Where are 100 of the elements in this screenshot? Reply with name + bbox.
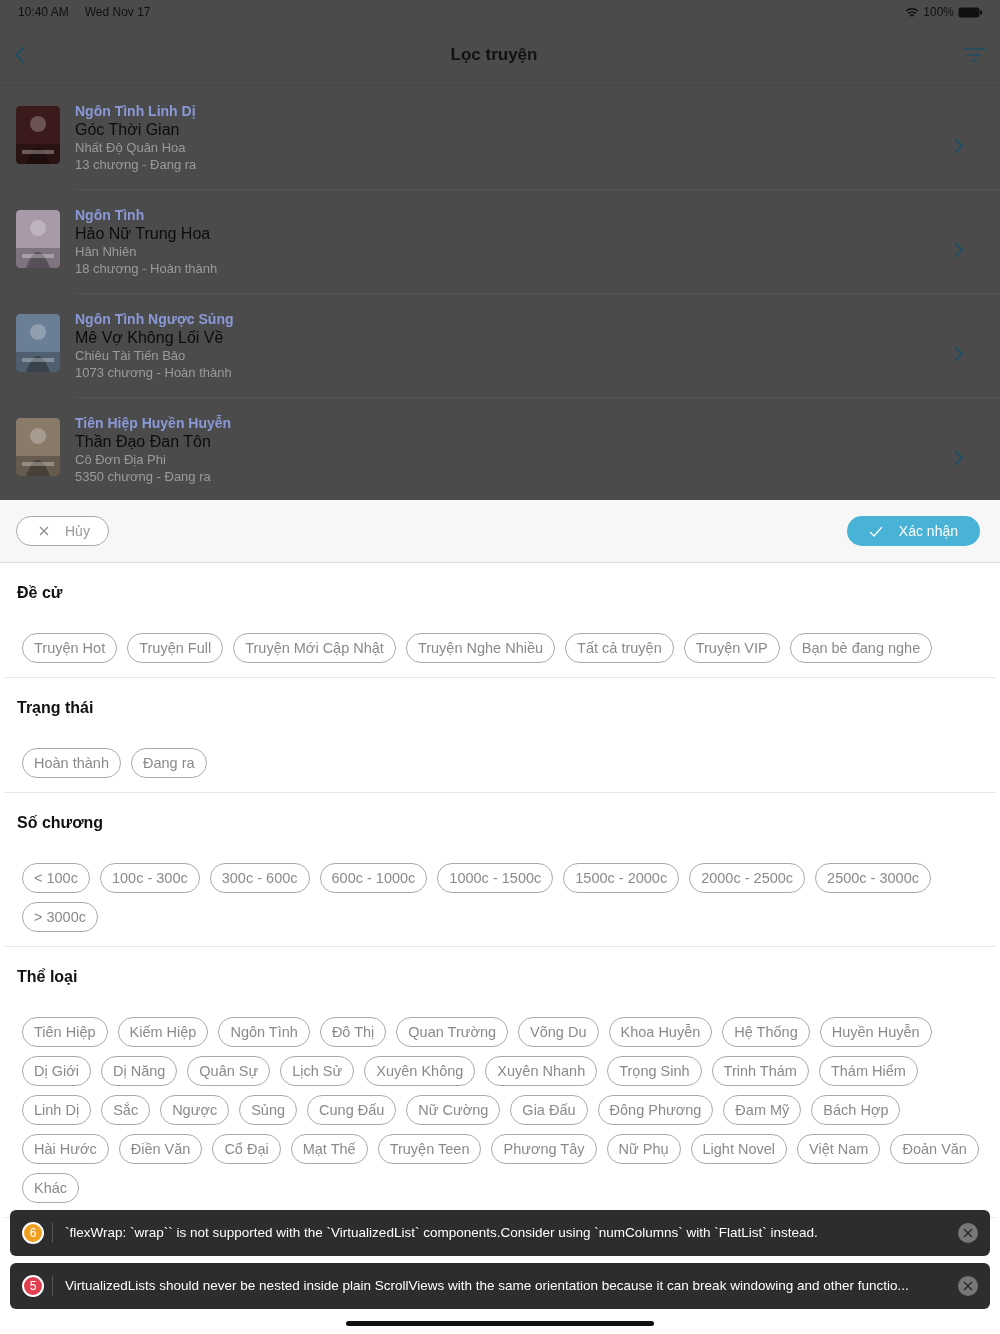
battery-icon [958, 6, 982, 18]
filter-chip[interactable]: Sủng [239, 1095, 298, 1125]
filter-chip[interactable]: Quân Sự [187, 1056, 271, 1086]
filter-chip[interactable]: Việt Nam [797, 1134, 881, 1164]
filter-chip[interactable]: Phương Tây [491, 1134, 597, 1164]
section-title: Số chương [17, 813, 105, 833]
filter-chip[interactable]: < 100c [22, 863, 90, 893]
filter-chip[interactable]: Xuyên Không [364, 1056, 476, 1086]
chevron-right-icon[interactable] [954, 345, 963, 362]
section-title: Trạng thái [17, 698, 95, 718]
story-genre: Tiên Hiệp Huyền Huyễn [75, 414, 232, 432]
filter-chip[interactable]: Cung Đấu [307, 1095, 397, 1125]
filter-chip[interactable]: Khác [22, 1173, 80, 1203]
filter-chip[interactable]: Truyện Hot [22, 633, 118, 663]
chevron-right-icon[interactable] [954, 137, 963, 154]
filter-chip[interactable]: Tiên Hiệp [22, 1017, 108, 1047]
filter-chip[interactable]: Quan Trường [396, 1017, 509, 1047]
story-genre: Ngôn Tình [75, 206, 145, 224]
error-toast[interactable]: 6 `flexWrap: `wrap`` is not supported with the `VirtualizedList` components.Consider using `numColumns` with `FlatList` instead. [10, 1210, 990, 1256]
filter-chip[interactable]: 600c - 1000c [319, 863, 428, 893]
filter-chip[interactable]: Linh Dị [22, 1095, 92, 1125]
filter-icon[interactable] [962, 46, 986, 63]
filter-chip[interactable]: Đoản Văn [890, 1134, 979, 1164]
filter-chip[interactable]: > 3000c [22, 902, 98, 932]
count-badge: 6 [22, 1222, 44, 1244]
filter-chip[interactable]: Thám Hiểm [818, 1056, 918, 1086]
story-title: Mê Vợ Không Lối Về [75, 328, 224, 347]
filter-chip[interactable]: Đam Mỹ [723, 1095, 802, 1125]
filter-chip[interactable]: Xuyên Nhanh [485, 1056, 598, 1086]
filter-chip[interactable]: Dị Năng [100, 1056, 178, 1086]
filter-chip[interactable]: Hài Hước [22, 1134, 109, 1164]
chevron-right-icon[interactable] [954, 241, 963, 258]
filter-chip[interactable]: Bạn bè đang nghe [789, 633, 933, 663]
filter-chip[interactable]: 2500c - 3000c [815, 863, 931, 893]
filter-chip[interactable]: Mạt Thế [290, 1134, 368, 1164]
filter-chip[interactable]: 100c - 300c [99, 863, 200, 893]
checkmark-icon [868, 525, 883, 537]
story-author: Hân Nhiên [75, 243, 137, 260]
chevron-right-icon[interactable] [954, 450, 963, 466]
story-info: 5350 chương - Đang ra [75, 468, 211, 485]
status-date: Wed Nov 17 [84, 4, 151, 21]
filter-chip[interactable]: Đô Thị [319, 1017, 387, 1047]
filter-chip[interactable]: 1500c - 2000c [563, 863, 680, 893]
story-author: Chiêu Tài Tiến Bảo [75, 347, 186, 364]
filter-chip[interactable]: Võng Du [518, 1017, 599, 1047]
back-icon[interactable] [14, 44, 26, 65]
filter-chip[interactable]: Khoa Huyễn [608, 1017, 713, 1047]
close-icon[interactable] [958, 1276, 978, 1296]
error-toast[interactable]: 5 VirtualizedLists should never be nested inside plain ScrollViews with the same orientation because it can break windowing and other functio... [10, 1263, 990, 1309]
close-icon [39, 526, 49, 536]
story-info: 1073 chương - Hoàn thành [75, 364, 232, 381]
filter-chip[interactable]: Sắc [101, 1095, 151, 1125]
story-genre: Ngôn Tình Ngược Sủng [75, 310, 234, 328]
toast-message: VirtualizedLists should never be nested inside plain ScrollViews with the same orientation because it can break windowing and other functio... [52, 1275, 950, 1297]
filter-chip[interactable]: Light Novel [690, 1134, 788, 1164]
story-info: 13 chương - Đang ra [75, 156, 197, 173]
confirm-button[interactable]: Xác nhận [846, 516, 980, 546]
filter-chip[interactable]: Ngôn Tình [218, 1017, 310, 1047]
filter-chip[interactable]: Trinh Thám [711, 1056, 809, 1086]
filter-chip[interactable]: 300c - 600c [209, 863, 310, 893]
status-time: 10:40 AM [18, 4, 69, 21]
filter-chip[interactable]: Bách Hợp [811, 1095, 901, 1125]
filter-chip[interactable]: Truyện Mới Cập Nhật [233, 633, 396, 663]
filter-chip[interactable]: Nữ Phụ [606, 1134, 681, 1164]
filter-chip[interactable]: Đông Phương [597, 1095, 714, 1125]
filter-chip[interactable]: Điền Văn [118, 1134, 203, 1164]
section-title: Thể loại [17, 967, 79, 987]
filter-chip[interactable]: Lịch Sử [280, 1056, 355, 1086]
filter-chip[interactable]: Ngược [160, 1095, 230, 1125]
story-info: 18 chương - Hoàn thành [75, 260, 218, 277]
filter-chip[interactable]: 1000c - 1500c [437, 863, 554, 893]
close-icon[interactable] [958, 1223, 978, 1243]
filter-chip[interactable]: Cổ Đại [212, 1134, 281, 1164]
section-title: Đề cử [17, 583, 64, 603]
story-title: Hảo Nữ Trung Hoa [75, 224, 211, 243]
count-badge: 5 [22, 1275, 44, 1297]
filter-chip[interactable]: Nữ Cường [406, 1095, 501, 1125]
filter-chip[interactable]: Kiếm Hiệp [117, 1017, 209, 1047]
filter-chip[interactable]: Trọng Sinh [607, 1056, 702, 1086]
story-genre: Ngôn Tình Linh Dị [75, 102, 196, 120]
story-author: Nhất Độ Quân Hoa [75, 139, 186, 156]
cancel-button[interactable]: Hủy [16, 516, 109, 546]
filter-chip[interactable]: Dị Giới [22, 1056, 91, 1086]
filter-chip[interactable]: Hệ Thống [722, 1017, 810, 1047]
filter-chip[interactable]: Truyện VIP [683, 633, 780, 663]
filter-chip[interactable]: Gia Đấu [510, 1095, 588, 1125]
filter-chip[interactable]: Tất cả truyện [565, 633, 674, 663]
story-author: Cô Đơn Địa Phi [75, 451, 166, 468]
filter-chip[interactable]: Truyện Full [127, 633, 224, 663]
filter-chip[interactable]: 2000c - 2500c [689, 863, 806, 893]
filter-chip[interactable]: Huyền Huyễn [819, 1017, 932, 1047]
filter-chip[interactable]: Truyện Teen [377, 1134, 482, 1164]
battery-percent: 100% [923, 4, 954, 21]
filter-chip[interactable]: Truyện Nghe Nhiều [405, 633, 556, 663]
page-title: Lọc truyện [450, 43, 538, 66]
filter-chip[interactable]: Hoàn thành [22, 748, 121, 778]
toast-message: `flexWrap: `wrap`` is not supported with the `VirtualizedList` components.Consider using `numColumns` with `FlatList` instead. [52, 1222, 950, 1244]
story-title: Góc Thời Gian [75, 120, 180, 139]
wifi-icon [905, 6, 920, 18]
filter-chip[interactable]: Đang ra [131, 748, 207, 778]
